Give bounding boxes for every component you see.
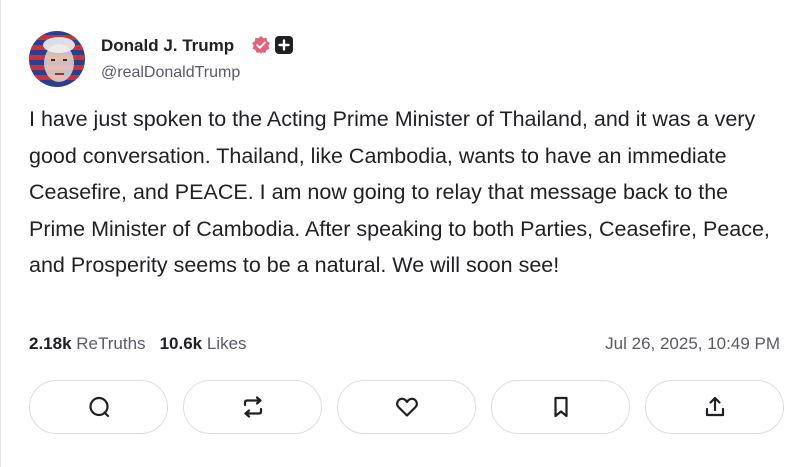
likes-count: 10.6k <box>159 334 203 353</box>
likes-stat[interactable]: 10.6k Likes <box>160 334 247 353</box>
retruth-icon <box>240 394 266 420</box>
post-text: I have just spoken to the Acting Prime M… <box>29 107 770 277</box>
post-stats: 2.18k ReTruths 10.6k Likes <box>29 334 247 354</box>
retruths-label: ReTruths <box>76 334 146 353</box>
retruths-count: 2.18k <box>29 334 72 353</box>
retruths-stat[interactable]: 2.18k ReTruths <box>29 334 146 353</box>
plus-badge-icon <box>275 36 293 54</box>
bookmark-button[interactable] <box>491 380 630 434</box>
likes-label: Likes <box>206 334 247 353</box>
post-card: Donald J. Trump @realDonaldTrump I have … <box>0 0 800 467</box>
reply-icon <box>86 394 112 420</box>
author-handle[interactable]: @realDonaldTrump <box>101 64 240 82</box>
avatar[interactable] <box>29 31 85 87</box>
reply-button[interactable] <box>29 380 168 434</box>
share-icon <box>702 394 728 420</box>
author-name[interactable]: Donald J. Trump <box>101 36 234 56</box>
heart-icon <box>394 394 420 420</box>
post-timestamp[interactable]: Jul 26, 2025, 10:49 PM <box>605 334 780 354</box>
retruth-button[interactable] <box>183 380 322 434</box>
verified-badge-icon <box>251 35 271 55</box>
share-button[interactable] <box>645 380 784 434</box>
bookmark-icon <box>548 394 574 420</box>
like-button[interactable] <box>337 380 476 434</box>
